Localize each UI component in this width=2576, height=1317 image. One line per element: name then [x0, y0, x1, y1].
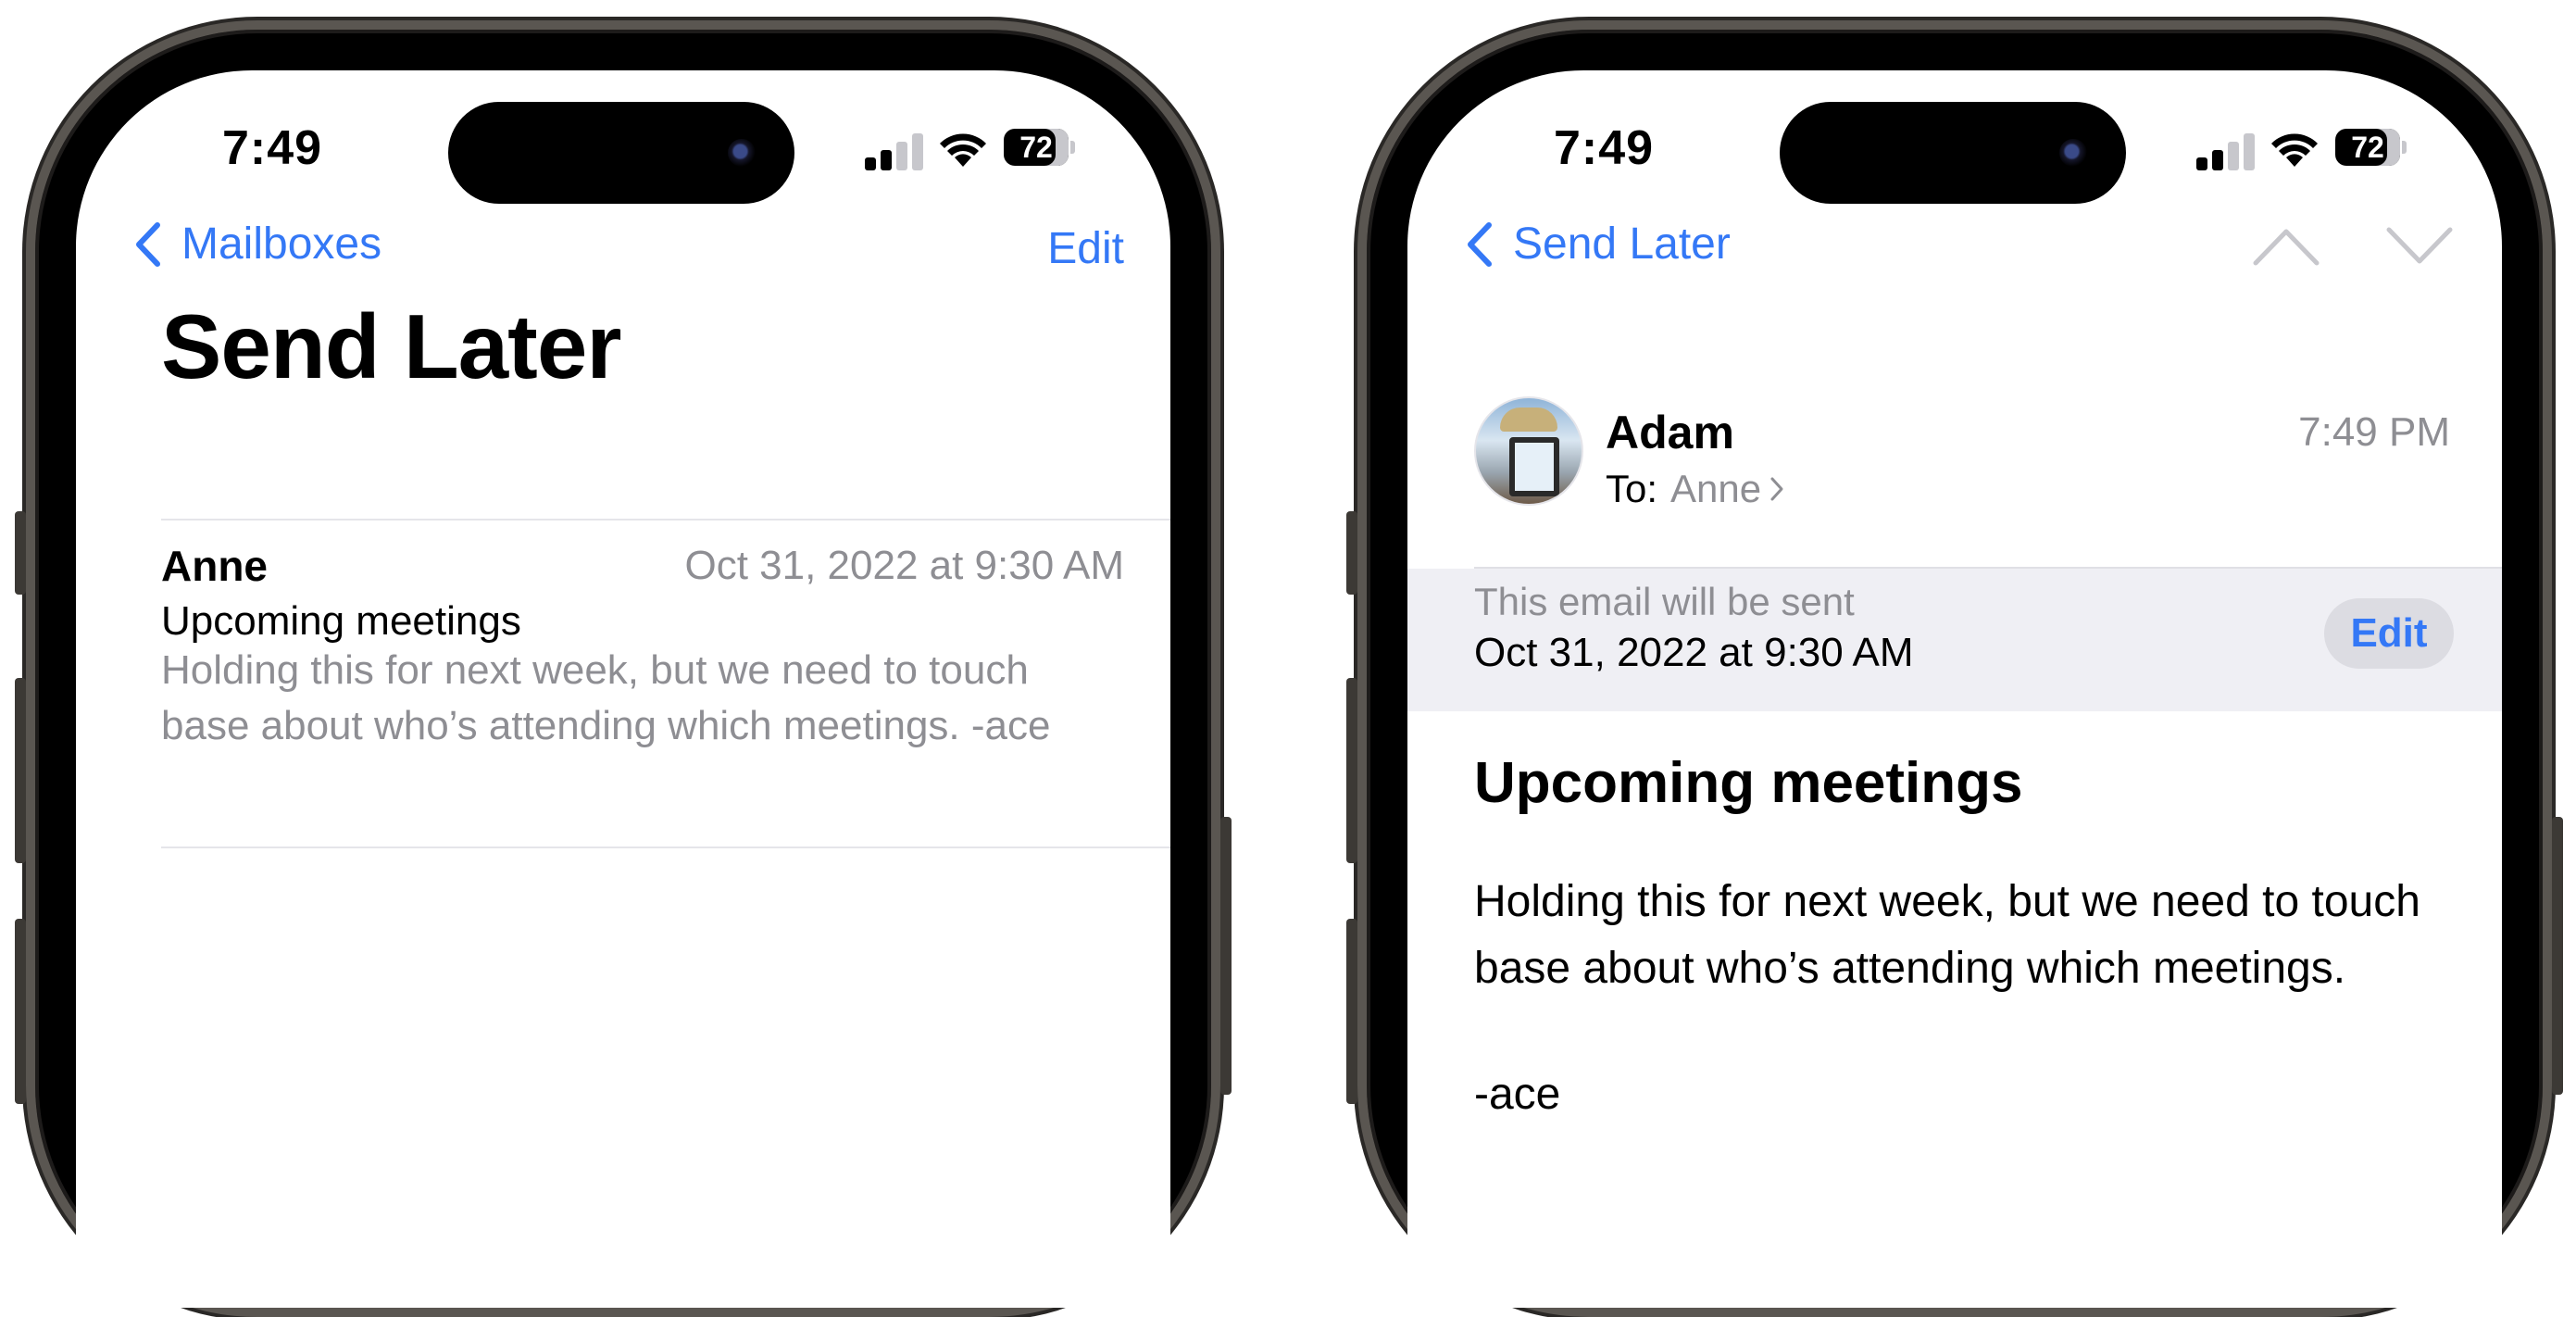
- side-button: [1220, 817, 1232, 1095]
- cellular-signal-icon: [865, 132, 924, 170]
- recipient-name: Anne: [1670, 467, 1762, 510]
- side-button: [2552, 817, 2563, 1095]
- dynamic-island: [448, 102, 794, 204]
- battery-icon: 72: [2335, 129, 2400, 166]
- message-navigation: [2252, 226, 2454, 267]
- status-time: 7:49: [222, 121, 323, 175]
- camera-icon: [728, 139, 756, 167]
- message-date: Oct 31, 2022 at 9:30 AM: [684, 543, 1124, 588]
- battery-level: 72: [1019, 130, 1053, 164]
- message-signoff: -ace: [1474, 1070, 1561, 1119]
- divider-bottom: [161, 847, 1170, 848]
- side-button: [15, 511, 26, 595]
- schedule-date: Oct 31, 2022 at 9:30 AM: [1474, 630, 1914, 675]
- battery-tip: [2402, 141, 2407, 154]
- dynamic-island: [1780, 102, 2126, 204]
- edit-button[interactable]: Edit: [1047, 223, 1124, 274]
- phone-frame-left: 7:49 72 Mailboxes Edit Send Later Anne O…: [15, 20, 1232, 1317]
- send-later-back-button[interactable]: Send Later: [1465, 219, 1731, 270]
- to-label: To:: [1606, 467, 1658, 510]
- schedule-edit-button[interactable]: Edit: [2324, 598, 2454, 669]
- message-preview: Holding this for next week, but we need …: [161, 647, 1051, 748]
- chevron-left-icon: [1468, 221, 1492, 267]
- chevron-left-icon: [136, 221, 160, 267]
- battery-tip: [1070, 141, 1075, 154]
- side-button: [1346, 678, 1357, 863]
- message-subject: Upcoming meetings: [1474, 751, 2023, 815]
- chevron-down-icon[interactable]: [2385, 226, 2454, 267]
- schedule-label: This email will be sent: [1474, 580, 1855, 623]
- camera-icon: [2059, 139, 2087, 167]
- side-button: [1346, 511, 1357, 595]
- back-label: Mailboxes: [181, 220, 382, 269]
- message-body: Holding this for next week, but we need …: [1474, 877, 2420, 993]
- message-detail-screen: 7:49 72 Send Later Adam To: Anne 7:49 PM: [1407, 70, 2502, 1308]
- battery-level: 72: [2351, 130, 2384, 164]
- battery-icon: 72: [1004, 129, 1069, 166]
- side-button: [15, 678, 26, 863]
- chevron-up-icon[interactable]: [2252, 226, 2320, 267]
- status-time: 7:49: [1554, 121, 1655, 175]
- wifi-icon: [2271, 133, 2318, 167]
- page-title: Send Later: [161, 295, 621, 397]
- chevron-right-icon: [1770, 477, 1783, 501]
- back-label: Send Later: [1513, 220, 1731, 269]
- avatar[interactable]: [1474, 396, 1583, 506]
- side-button: [15, 919, 26, 1104]
- mailboxes-back-button[interactable]: Mailboxes: [133, 219, 381, 270]
- message-sender[interactable]: Adam: [1606, 406, 1734, 459]
- mailbox-list-screen: 7:49 72 Mailboxes Edit Send Later Anne O…: [76, 70, 1170, 1308]
- cellular-signal-icon: [2196, 132, 2256, 170]
- message-subject: Upcoming meetings: [161, 598, 521, 644]
- side-button: [1346, 919, 1357, 1104]
- recipient-line[interactable]: To: Anne: [1606, 467, 1785, 511]
- divider-top: [161, 519, 1170, 521]
- wifi-icon: [940, 133, 986, 167]
- message-sender: Anne: [161, 542, 268, 590]
- message-time: 7:49 PM: [2298, 409, 2450, 455]
- phone-frame-right: 7:49 72 Send Later Adam To: Anne 7:49 PM: [1346, 20, 2563, 1317]
